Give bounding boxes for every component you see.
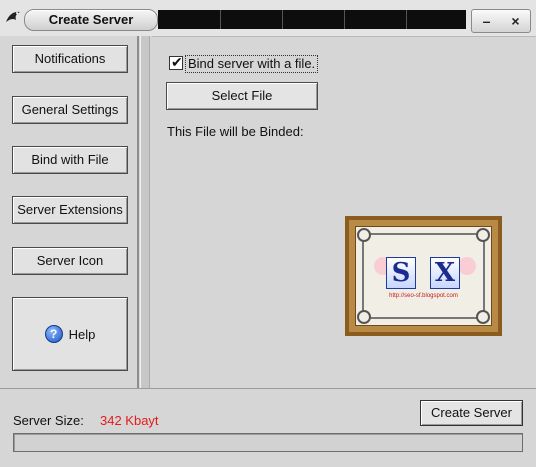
picture-ornament-frame <box>362 233 485 319</box>
help-button[interactable]: ? Help <box>12 297 128 371</box>
sidebar-divider <box>137 36 139 388</box>
ornament-corner <box>476 310 490 324</box>
logo-url: http://seo-sf.blogspot.com <box>389 293 458 299</box>
create-server-button[interactable]: Create Server <box>420 400 523 426</box>
server-extensions-button[interactable]: Server Extensions <box>12 196 128 224</box>
bind-file-checkbox[interactable]: ✔ <box>169 54 183 70</box>
bird-app-icon <box>6 11 20 22</box>
picture-canvas: S X http://seo-sf.blogspot.com <box>355 226 492 326</box>
sidebar-splitter[interactable] <box>140 36 150 388</box>
ornament-corner <box>476 228 490 242</box>
notifications-button[interactable]: Notifications <box>12 45 128 73</box>
general-settings-button[interactable]: General Settings <box>12 96 128 124</box>
logo-letter-s: S <box>386 257 416 289</box>
binded-file-label: This File will be Binded: <box>167 124 304 139</box>
close-button[interactable]: × <box>501 10 530 32</box>
title-strip <box>158 10 466 29</box>
bind-file-checkbox-label[interactable]: Bind server with a file. <box>185 55 319 73</box>
logo-letter-x: X <box>430 257 460 289</box>
checkmark-icon: ✔ <box>171 54 183 70</box>
select-file-button[interactable]: Select File <box>166 82 318 110</box>
minimize-button[interactable]: – <box>472 10 501 32</box>
help-icon: ? <box>44 325 63 343</box>
build-progress-bar <box>13 433 523 452</box>
ornament-corner <box>357 310 371 324</box>
window-title: Create Server <box>24 9 158 31</box>
server-size-value: 342 Kbayt <box>100 413 159 428</box>
title-bar: Create Server – × <box>0 0 536 37</box>
decor-shape <box>458 257 476 275</box>
server-icon-button[interactable]: Server Icon <box>12 247 128 275</box>
ornament-corner <box>357 228 371 242</box>
help-label: Help <box>68 326 96 342</box>
window-controls: – × <box>471 9 531 33</box>
server-size-label: Server Size: <box>13 413 84 428</box>
server-icon-preview: S X http://seo-sf.blogspot.com <box>345 216 502 336</box>
bind-with-file-button[interactable]: Bind with File <box>12 146 128 174</box>
